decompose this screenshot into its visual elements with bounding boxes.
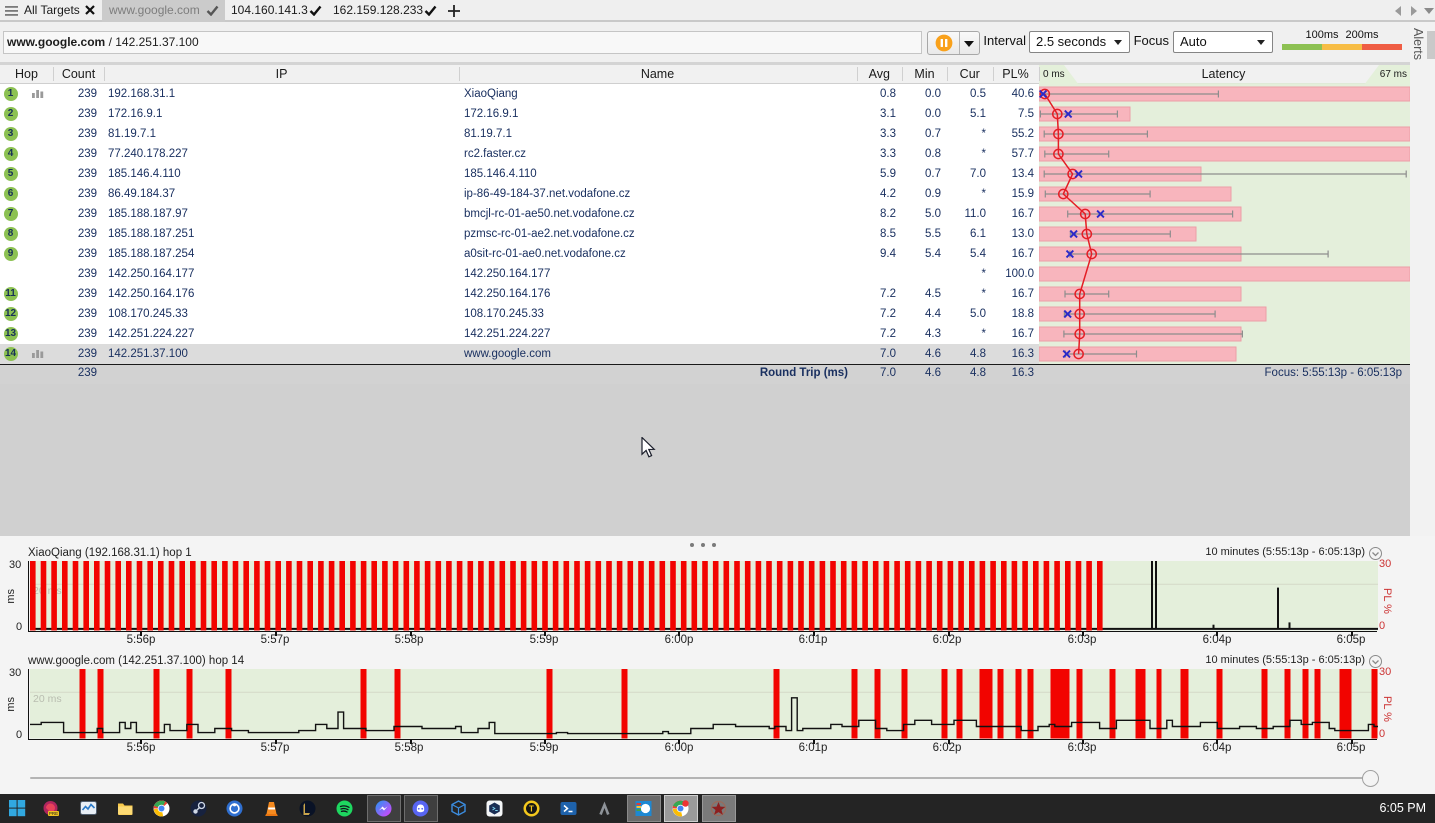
svg-text:20 ms: 20 ms [33,693,62,705]
svg-text:T: T [529,804,534,813]
svg-text:20 ms: 20 ms [33,585,62,597]
svg-text:PRE: PRE [49,811,58,816]
